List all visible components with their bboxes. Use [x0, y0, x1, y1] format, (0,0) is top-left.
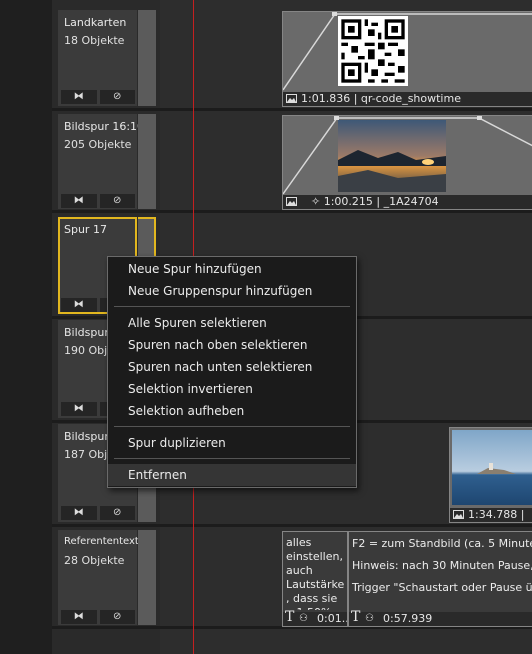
menu-item-add-track[interactable]: Neue Spur hinzufügen [108, 258, 356, 280]
track-body: Referententext 28 Objekte ⧓ ⊘ [58, 530, 139, 625]
clip-caption-text: 0:57.939 [383, 612, 433, 625]
menu-item-clear-selection[interactable]: Selektion aufheben [108, 400, 356, 422]
text-line: Hinweis: nach 30 Minuten Pause, [352, 559, 532, 572]
crossfade-button[interactable]: ⧓ [61, 610, 97, 624]
lane-separator [52, 210, 532, 213]
track-object-count: 18 Objekte [64, 34, 125, 47]
image-icon [453, 510, 464, 519]
effect-sparkle-icon: ✧ [311, 195, 321, 208]
clip-sunset[interactable]: ✧ 1:00.215 | _1A24704 [282, 115, 532, 210]
menu-item-add-group-track[interactable]: Neue Gruppenspur hinzufügen [108, 280, 356, 302]
track-body: Landkarten 18 Objekte ⧓ ⊘ [58, 10, 137, 106]
menu-separator [114, 426, 350, 427]
crossfade-button[interactable]: ⧓ [61, 90, 97, 104]
track-title: Landkarten [64, 16, 127, 29]
clip-caption: 1:34.788 | [450, 508, 532, 522]
lane-separator [52, 108, 532, 111]
clip-caption: ✧ 1:00.215 | _1A24704 [283, 195, 532, 209]
clip-text-note-2[interactable]: F2 = zum Standbild (ca. 5 Minuten Hinwei… [348, 531, 532, 627]
track-header-referententext[interactable]: Referententext 28 Objekte ⧓ ⊘ [58, 530, 157, 625]
crossfade-button[interactable]: ⧓ [61, 298, 97, 312]
clip-caption-text: 1:34.788 | [468, 508, 525, 521]
text-icon: T [285, 609, 295, 625]
track-scrollbar[interactable] [138, 10, 156, 106]
qr-code-thumbnail [338, 16, 408, 86]
track-title: Referententext [64, 536, 139, 547]
track-context-menu: Neue Spur hinzufügen Neue Gruppenspur hi… [107, 256, 357, 488]
crossfade-button[interactable]: ⧓ [61, 402, 97, 416]
track-object-count: 205 Objekte [64, 138, 132, 151]
text-icon: T [351, 609, 361, 625]
sunset-photo-thumbnail [338, 120, 446, 192]
clip-caption-text: 1:01.836 | qr-code_showtime [301, 92, 461, 105]
clip-caption: T ⚇ 0:57.939 [349, 609, 532, 626]
menu-separator [114, 458, 350, 459]
track-header-bildspur-1610[interactable]: Bildspur 16:10 205 Objekte ⧓ ⊘ [58, 114, 157, 209]
track-scrollbar[interactable] [138, 114, 156, 209]
text-line: F2 = zum Standbild (ca. 5 Minuten [352, 537, 532, 550]
crossfade-button[interactable]: ⧓ [61, 194, 97, 208]
text-line: alles [286, 536, 312, 549]
text-line: , dass sie [286, 592, 338, 605]
disable-track-button[interactable]: ⊘ [99, 610, 135, 624]
lane-separator [52, 524, 532, 527]
track-scrollbar[interactable] [138, 530, 156, 625]
track-title: Spur 17 [64, 223, 107, 236]
text-line: auch [286, 564, 313, 577]
disable-track-button[interactable]: ⊘ [99, 90, 135, 104]
left-panel [0, 0, 53, 654]
menu-item-select-tracks-up[interactable]: Spuren nach oben selektieren [108, 334, 356, 356]
clip-lighthouse[interactable]: 1:34.788 | [449, 427, 532, 523]
clip-caption: 1:01.836 | qr-code_showtime [283, 92, 532, 106]
menu-item-select-tracks-down[interactable]: Spuren nach unten selektieren [108, 356, 356, 378]
clip-caption: T ⚇ 0:01... [283, 609, 347, 626]
track-header-landkarten[interactable]: Landkarten 18 Objekte ⧓ ⊘ [58, 10, 157, 106]
track-title: Bildspur 16:10 [64, 120, 145, 133]
menu-separator [114, 306, 350, 307]
disable-track-button[interactable]: ⊘ [99, 506, 135, 520]
text-line: Trigger "Schaustart oder Pause üb [352, 581, 532, 594]
menu-item-select-all-tracks[interactable]: Alle Spuren selektieren [108, 312, 356, 334]
menu-item-duplicate-track[interactable]: Spur duplizieren [108, 432, 356, 454]
speaker-notes-icon: ⚇ [299, 613, 308, 624]
track-object-count: 28 Objekte [64, 554, 125, 567]
text-line-clipped: ...1 50% [286, 606, 344, 610]
track-body: Bildspur 16:10 205 Objekte ⧓ ⊘ [58, 114, 144, 209]
clip-text-note-1[interactable]: alles einstellen, auch Lautstärke , dass… [282, 531, 348, 627]
menu-item-invert-selection[interactable]: Selektion invertieren [108, 378, 356, 400]
image-icon [286, 94, 297, 103]
speaker-notes-icon: ⚇ [365, 613, 374, 624]
clip-caption-text: 0:01... [317, 612, 347, 625]
clip-qr-code[interactable]: 1:01.836 | qr-code_showtime [282, 11, 532, 107]
image-icon [286, 197, 297, 206]
coast-photo-thumbnail [452, 430, 532, 505]
menu-item-remove[interactable]: Entfernen [108, 464, 356, 486]
crossfade-button[interactable]: ⧓ [61, 506, 97, 520]
disable-track-button[interactable]: ⊘ [99, 194, 135, 208]
clip-caption-text: 1:00.215 | _1A24704 [323, 195, 439, 208]
text-line: Lautstärke [286, 578, 345, 591]
text-line: einstellen, [286, 550, 343, 563]
